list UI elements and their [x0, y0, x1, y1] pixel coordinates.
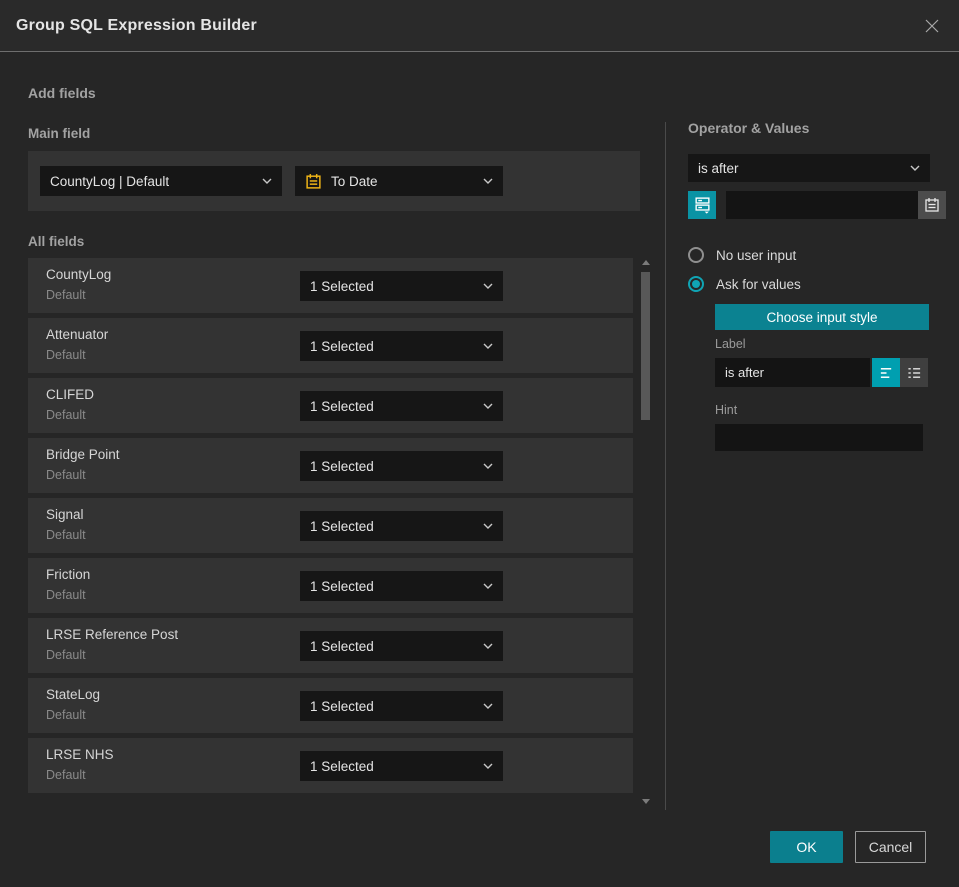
field-selection-dropdown[interactable]: 1 Selected: [300, 571, 503, 601]
field-type-label: Default: [46, 708, 86, 722]
field-list-item: Friction Default 1 Selected: [28, 558, 633, 613]
value-source-button[interactable]: [688, 191, 716, 219]
bullet-list-icon: [907, 367, 920, 378]
scroll-down-arrow-icon[interactable]: [642, 799, 650, 804]
field-name: Signal: [46, 507, 84, 522]
operator-values-panel: Operator & Values is after No user input…: [688, 120, 946, 451]
field-selection-dropdown[interactable]: 1 Selected: [300, 511, 503, 541]
fields-list-scrollbar[interactable]: [639, 258, 652, 806]
date-value-input[interactable]: [726, 191, 918, 219]
operator-values-heading: Operator & Values: [688, 120, 810, 136]
field-name: Bridge Point: [46, 447, 120, 462]
calendar-icon: [306, 173, 321, 189]
field-name: CLIFED: [46, 387, 95, 402]
field-selection-dropdown[interactable]: 1 Selected: [300, 691, 503, 721]
single-value-style-button[interactable]: [872, 358, 900, 387]
label-field-group: Label: [715, 337, 930, 387]
all-fields-list: CountyLog Default 1 Selected Attenuator …: [28, 258, 633, 798]
label-input[interactable]: [715, 358, 870, 387]
field-selection-dropdown[interactable]: 1 Selected: [300, 331, 503, 361]
chevron-down-icon: [483, 583, 493, 589]
main-field-dropdown[interactable]: CountyLog | Default: [40, 166, 282, 196]
label-field-label: Label: [715, 337, 746, 351]
field-type-label: Default: [46, 648, 86, 662]
field-selection-dropdown[interactable]: 1 Selected: [300, 751, 503, 781]
operator-dropdown[interactable]: is after: [688, 154, 930, 182]
panel-separator: [665, 122, 666, 810]
hint-input[interactable]: [715, 424, 923, 451]
dialog-title: Group SQL Expression Builder: [16, 16, 257, 34]
field-name: LRSE NHS: [46, 747, 114, 762]
scrollbar-thumb[interactable]: [641, 272, 650, 420]
field-selection-dropdown[interactable]: 1 Selected: [300, 391, 503, 421]
chevron-down-icon: [483, 283, 493, 289]
chevron-down-icon: [483, 343, 493, 349]
field-selection-dropdown[interactable]: 1 Selected: [300, 451, 503, 481]
calendar-icon: [925, 198, 939, 212]
field-list-item: StateLog Default 1 Selected: [28, 678, 633, 733]
field-selection-dropdown[interactable]: 1 Selected: [300, 271, 503, 301]
close-button[interactable]: [921, 15, 943, 37]
field-type-label: Default: [46, 588, 86, 602]
stacked-values-icon: [694, 197, 710, 214]
main-field-heading: Main field: [28, 126, 91, 141]
field-name: Attenuator: [46, 327, 109, 342]
user-input-options: No user input Ask for values: [688, 246, 930, 293]
choose-input-style-button[interactable]: Choose input style: [715, 304, 929, 330]
hint-field-group: Hint: [715, 403, 930, 451]
chevron-down-icon: [262, 178, 272, 184]
date-mode-dropdown[interactable]: To Date: [295, 166, 503, 196]
field-name: CountyLog: [46, 267, 112, 282]
hint-field-label: Hint: [715, 403, 738, 417]
field-type-label: Default: [46, 768, 86, 782]
field-selection-dropdown[interactable]: 1 Selected: [300, 631, 503, 661]
chevron-down-icon: [483, 403, 493, 409]
field-list-item: CLIFED Default 1 Selected: [28, 378, 633, 433]
field-list-item: Bridge Point Default 1 Selected: [28, 438, 633, 493]
field-list-item: CountyLog Default 1 Selected: [28, 258, 633, 313]
ok-button[interactable]: OK: [770, 831, 843, 863]
no-user-input-option[interactable]: No user input: [688, 246, 930, 264]
dialog-header: Group SQL Expression Builder: [0, 0, 959, 52]
align-left-lines-icon: [880, 367, 891, 378]
chevron-down-icon: [483, 178, 493, 184]
scroll-up-arrow-icon[interactable]: [642, 260, 650, 265]
list-style-button[interactable]: [900, 358, 928, 387]
field-list-item: Signal Default 1 Selected: [28, 498, 633, 553]
field-list-item: LRSE Reference Post Default 1 Selected: [28, 618, 633, 673]
chevron-down-icon: [483, 523, 493, 529]
add-fields-heading: Add fields: [28, 85, 96, 101]
chevron-down-icon: [910, 165, 920, 171]
field-name: StateLog: [46, 687, 101, 702]
field-type-label: Default: [46, 468, 86, 482]
field-type-label: Default: [46, 408, 86, 422]
chevron-down-icon: [483, 763, 493, 769]
field-list-item: Attenuator Default 1 Selected: [28, 318, 633, 373]
value-input-row: [688, 191, 946, 219]
date-picker-button[interactable]: [918, 191, 946, 219]
field-list-item: LRSE NHS Default 1 Selected: [28, 738, 633, 793]
chevron-down-icon: [483, 703, 493, 709]
ask-for-values-option[interactable]: Ask for values: [688, 275, 930, 293]
field-name: LRSE Reference Post: [46, 627, 179, 642]
field-name: Friction: [46, 567, 91, 582]
main-field-panel: CountyLog | Default To Date: [28, 151, 640, 211]
all-fields-heading: All fields: [28, 234, 85, 249]
field-type-label: Default: [46, 528, 86, 542]
cancel-button[interactable]: Cancel: [855, 831, 926, 863]
radio-icon[interactable]: [688, 247, 704, 263]
group-sql-expression-builder-dialog: Group SQL Expression Builder Add fields …: [0, 0, 959, 887]
field-type-label: Default: [46, 348, 86, 362]
chevron-down-icon: [483, 463, 493, 469]
field-type-label: Default: [46, 288, 86, 302]
chevron-down-icon: [483, 643, 493, 649]
radio-icon[interactable]: [688, 276, 704, 292]
close-icon: [925, 19, 939, 32]
